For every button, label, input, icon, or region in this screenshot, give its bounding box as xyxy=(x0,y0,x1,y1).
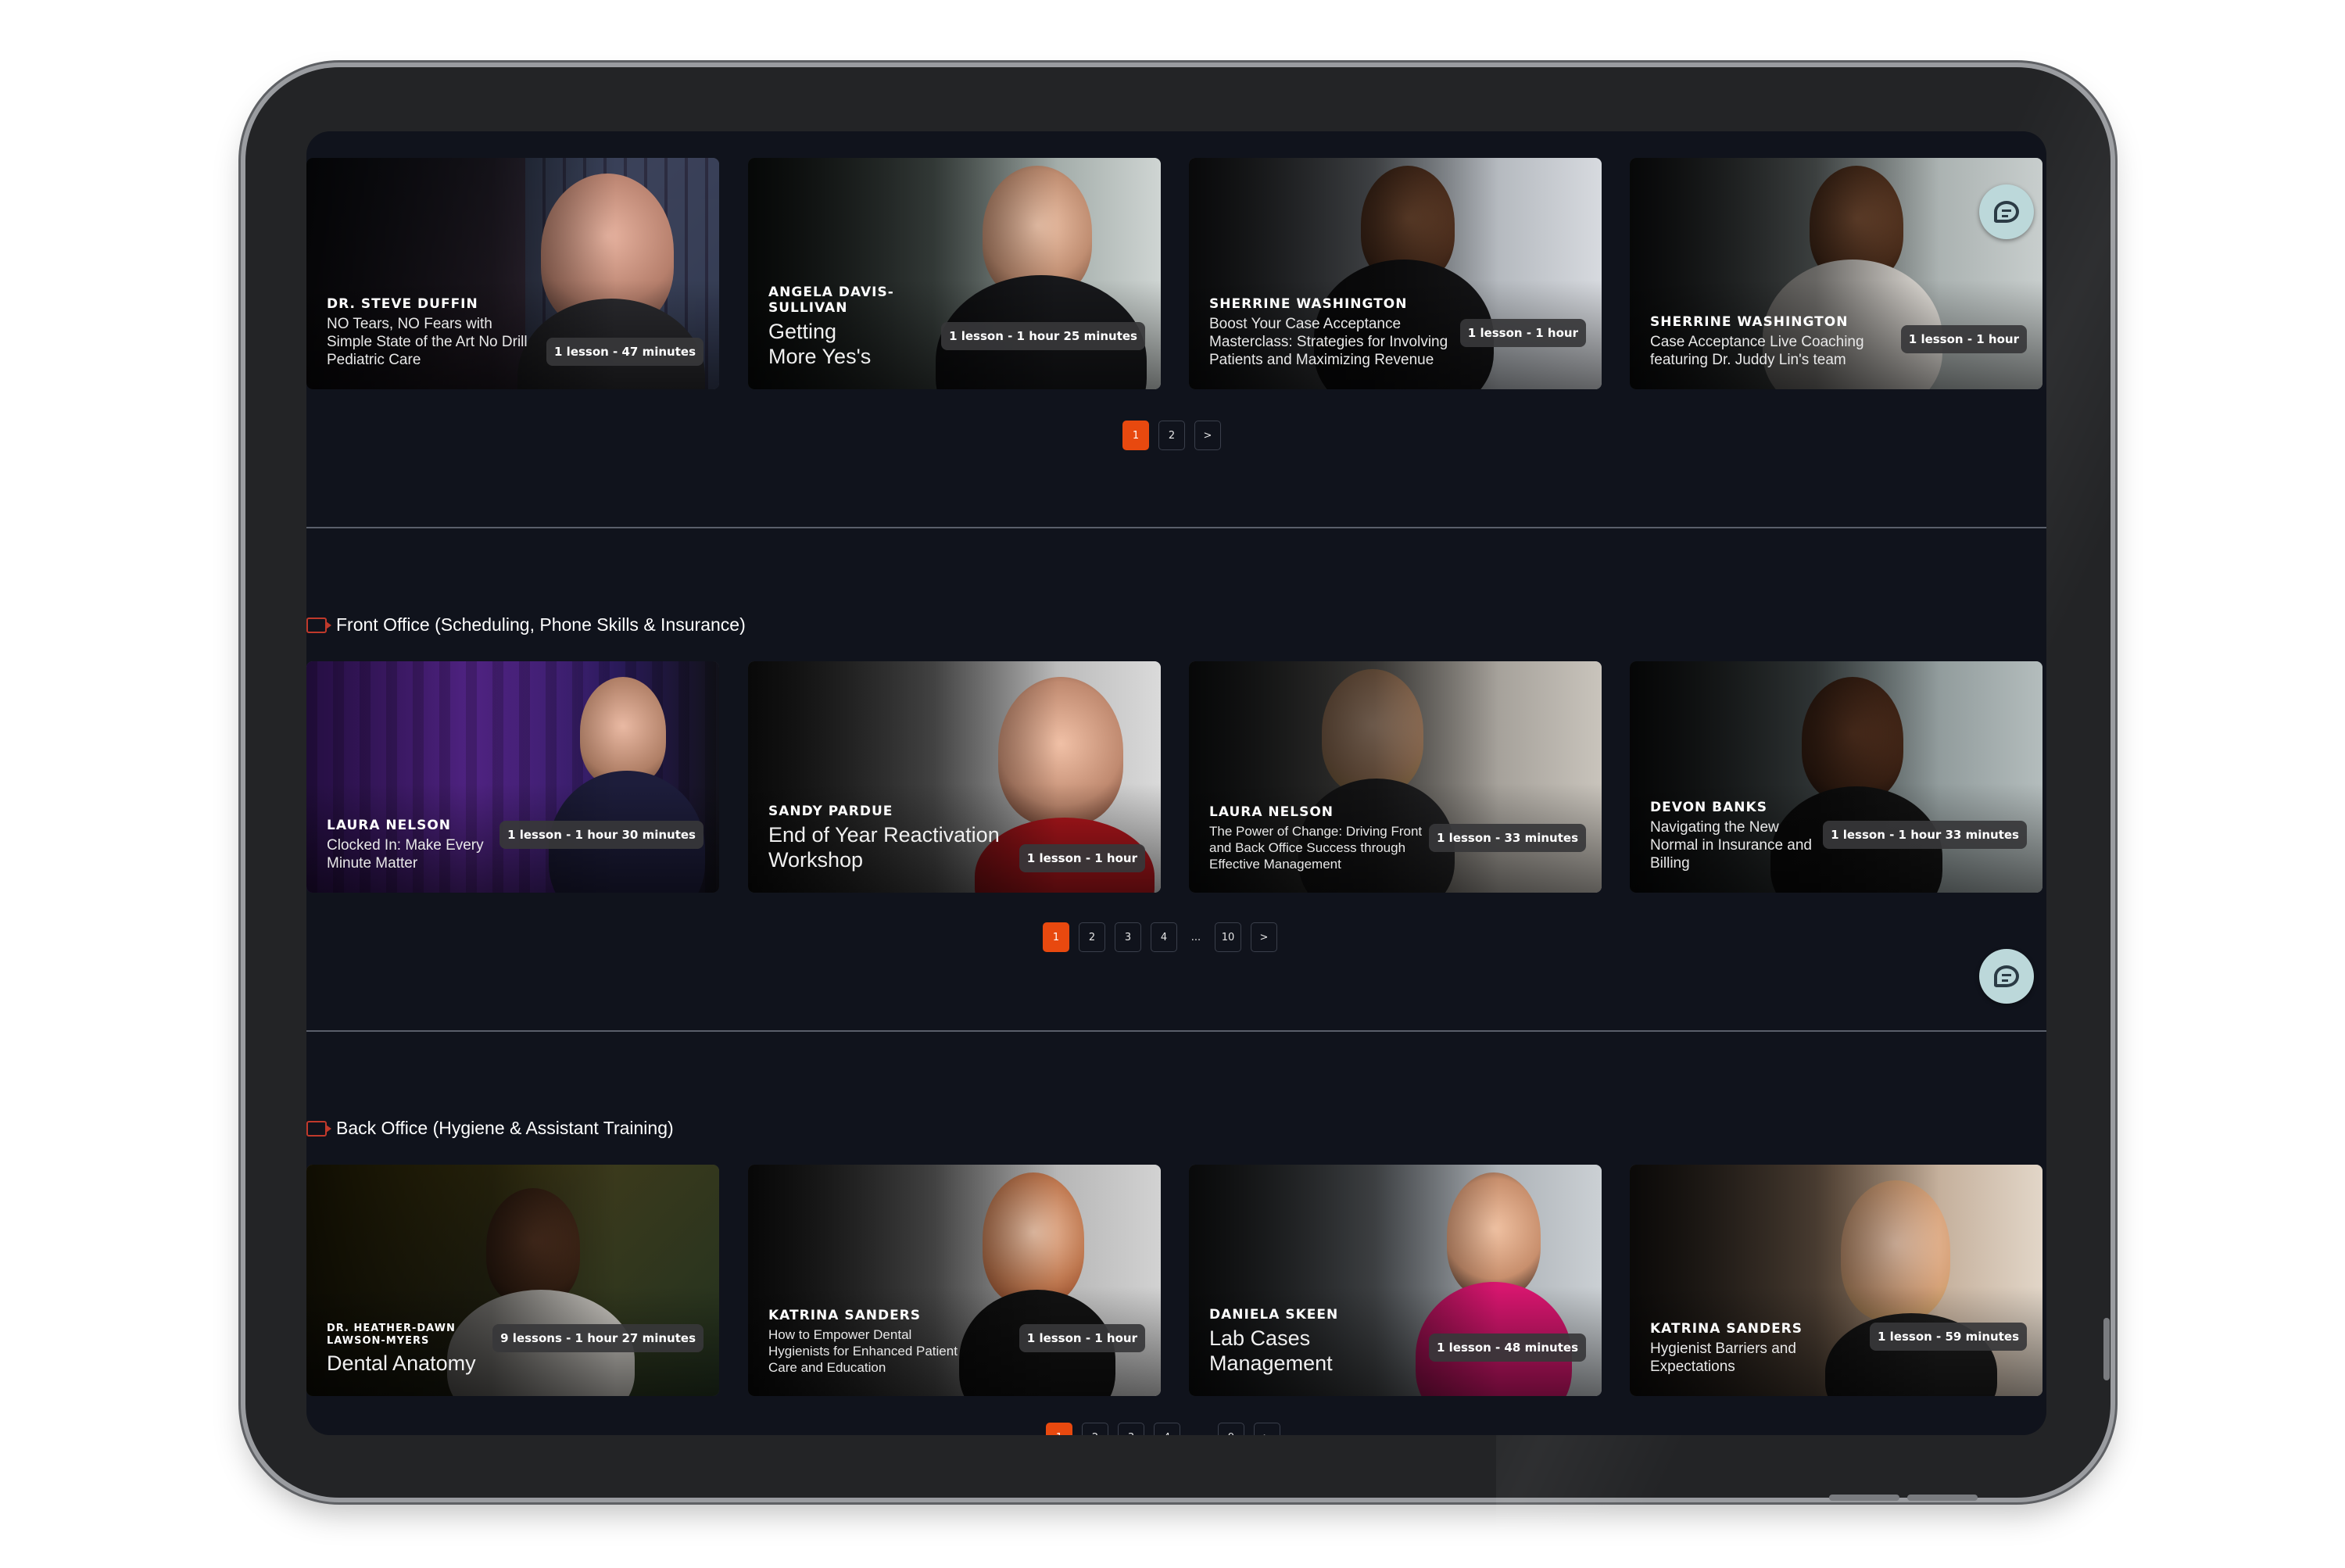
instructor-name: KATRINA SANDERS xyxy=(1650,1321,1803,1337)
lesson-badge: 1 lesson - 1 hour xyxy=(1019,1324,1145,1352)
page-button-2[interactable]: 2 xyxy=(1079,922,1105,952)
lesson-badge: 1 lesson - 33 minutes xyxy=(1429,824,1586,852)
chat-bubble-icon[interactable] xyxy=(1979,949,2034,1004)
chevron-right-icon: > xyxy=(1263,1432,1272,1436)
instructor-name: SHERRINE WASHINGTON xyxy=(1209,296,1408,312)
course-card[interactable]: SANDY PARDUE End of Year Reactivation Wo… xyxy=(748,661,1161,893)
page-button-3[interactable]: 3 xyxy=(1118,1423,1144,1435)
lesson-badge: 1 lesson - 1 hour 25 minutes xyxy=(941,322,1145,350)
page-ellipsis: ... xyxy=(1190,931,1201,943)
volume-button xyxy=(1829,1495,1899,1501)
page-button-4[interactable]: 4 xyxy=(1151,922,1177,952)
page-button-10[interactable]: 10 xyxy=(1215,922,1241,952)
chat-bubble-icon[interactable] xyxy=(1979,184,2034,239)
course-card[interactable]: SHERRINE WASHINGTON Case Acceptance Live… xyxy=(1630,158,2042,389)
course-title: Lab Cases Management xyxy=(1209,1326,1333,1375)
next-page-button[interactable]: > xyxy=(1194,421,1221,450)
section-divider xyxy=(306,527,2046,528)
instructor-name: ANGELA DAVIS-SULLIVAN xyxy=(768,285,894,316)
course-title: End of Year Reactivation Workshop xyxy=(768,823,1000,872)
volume-button-2 xyxy=(1907,1495,1978,1501)
page-button-1[interactable]: 1 xyxy=(1043,922,1069,952)
video-camera-icon xyxy=(306,1120,331,1137)
page-button-1[interactable]: 1 xyxy=(1046,1423,1072,1435)
lesson-badge: 9 lessons - 1 hour 27 minutes xyxy=(492,1324,704,1352)
pagination: 1 2 3 4 ... 10 > xyxy=(1043,922,1277,952)
page-button-3[interactable]: 3 xyxy=(1115,922,1141,952)
course-card[interactable]: KATRINA SANDERS Hygienist Barriers and E… xyxy=(1630,1165,2042,1396)
course-card[interactable]: DEVON BANKS Navigating the New Normal in… xyxy=(1630,661,2042,893)
course-title: The Power of Change: Driving Front and B… xyxy=(1209,824,1423,872)
course-title: Dental Anatomy xyxy=(327,1351,476,1375)
instructor-name: DR. STEVE DUFFIN xyxy=(327,296,478,312)
page-button-4[interactable]: 4 xyxy=(1154,1423,1180,1435)
course-card[interactable]: DR. STEVE DUFFIN NO Tears, NO Fears with… xyxy=(306,158,719,389)
section-title: Back Office (Hygiene & Assistant Trainin… xyxy=(306,1118,674,1139)
instructor-name: SHERRINE WASHINGTON xyxy=(1650,314,1849,330)
lesson-badge: 1 lesson - 1 hour xyxy=(1459,319,1586,347)
course-title: Getting More Yes's xyxy=(768,320,872,368)
instructor-name: DR. HEATHER-DAWN LAWSON-MYERS xyxy=(327,1323,456,1347)
lesson-badge: 1 lesson - 48 minutes xyxy=(1429,1334,1586,1362)
course-card[interactable]: LAURA NELSON The Power of Change: Drivin… xyxy=(1189,661,1602,893)
lesson-badge: 1 lesson - 59 minutes xyxy=(1870,1323,2027,1351)
course-card[interactable]: KATRINA SANDERS How to Empower Dental Hy… xyxy=(748,1165,1161,1396)
section-title-text: Back Office (Hygiene & Assistant Trainin… xyxy=(336,1118,674,1138)
section-title: Front Office (Scheduling, Phone Skills &… xyxy=(306,614,746,635)
course-title: Case Acceptance Live Coaching featuring … xyxy=(1650,334,1864,368)
instructor-name: DANIELA SKEEN xyxy=(1209,1307,1339,1323)
course-title: Clocked In: Make Every Minute Matter xyxy=(327,837,484,872)
course-card[interactable]: DANIELA SKEEN Lab Cases Management 1 les… xyxy=(1189,1165,1602,1396)
course-card[interactable]: ANGELA DAVIS-SULLIVAN Getting More Yes's… xyxy=(748,158,1161,389)
lesson-badge: 1 lesson - 1 hour xyxy=(1019,844,1145,872)
page-button-2[interactable]: 2 xyxy=(1082,1423,1108,1435)
course-title: Boost Your Case Acceptance Masterclass: … xyxy=(1209,316,1448,368)
course-title: NO Tears, NO Fears with Simple State of … xyxy=(327,316,528,368)
power-button xyxy=(2103,1318,2110,1380)
pagination: 1 2 3 4 ... 9 > xyxy=(1046,1423,1280,1435)
next-page-button[interactable]: > xyxy=(1251,922,1277,952)
lesson-badge: 1 lesson - 1 hour 33 minutes xyxy=(1823,821,2027,849)
instructor-name: LAURA NELSON xyxy=(1209,804,1334,820)
chevron-right-icon: > xyxy=(1259,931,1269,943)
course-title: How to Empower Dental Hygienists for Enh… xyxy=(768,1327,958,1375)
instructor-name: KATRINA SANDERS xyxy=(768,1308,922,1323)
pagination: 1 2 > xyxy=(1122,421,1221,450)
screen: DR. STEVE DUFFIN NO Tears, NO Fears with… xyxy=(306,131,2046,1435)
course-card[interactable]: LAURA NELSON Clocked In: Make Every Minu… xyxy=(306,661,719,893)
page-ellipsis: ... xyxy=(1190,1423,1208,1436)
page-button-9[interactable]: 9 xyxy=(1218,1423,1244,1435)
chevron-right-icon: > xyxy=(1203,429,1212,442)
page-button-2[interactable]: 2 xyxy=(1158,421,1185,450)
instructor-name: SANDY PARDUE xyxy=(768,804,893,819)
lesson-badge: 1 lesson - 47 minutes xyxy=(546,338,704,366)
course-card[interactable]: DR. HEATHER-DAWN LAWSON-MYERS Dental Ana… xyxy=(306,1165,719,1396)
section-divider xyxy=(306,1030,2046,1032)
instructor-name: LAURA NELSON xyxy=(327,818,452,833)
section-title-text: Front Office (Scheduling, Phone Skills &… xyxy=(336,614,746,635)
course-title: Hygienist Barriers and Expectations xyxy=(1650,1341,1796,1375)
instructor-name: DEVON BANKS xyxy=(1650,800,1767,815)
video-camera-icon xyxy=(306,617,331,633)
page-button-1[interactable]: 1 xyxy=(1122,421,1149,450)
course-title: Navigating the New Normal in Insurance a… xyxy=(1650,819,1812,872)
next-page-button[interactable]: > xyxy=(1254,1423,1280,1435)
lesson-badge: 1 lesson - 1 hour xyxy=(1900,325,2027,353)
course-card[interactable]: SHERRINE WASHINGTON Boost Your Case Acce… xyxy=(1189,158,1602,389)
lesson-badge: 1 lesson - 1 hour 30 minutes xyxy=(499,821,704,849)
